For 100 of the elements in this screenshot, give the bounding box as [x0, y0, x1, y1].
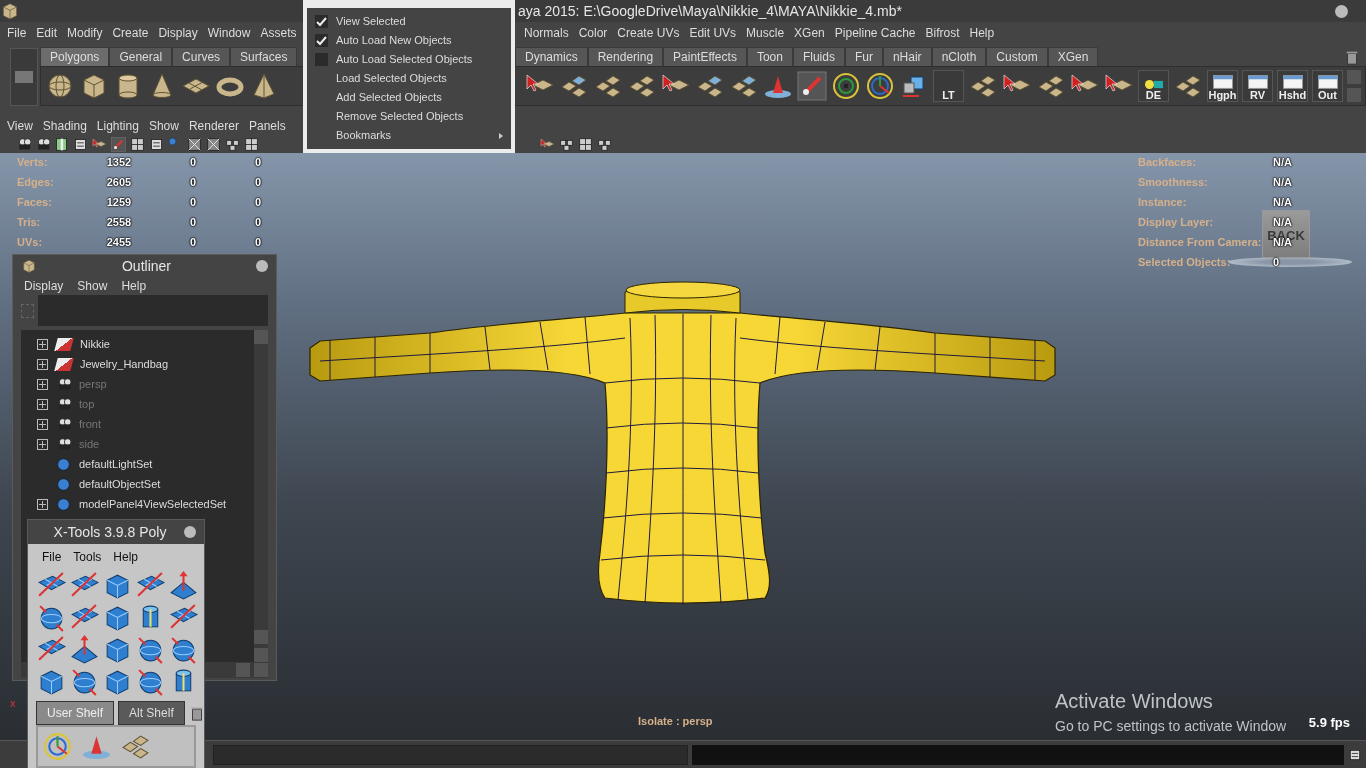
list-icon[interactable] [149, 136, 164, 152]
expand-icon[interactable] [37, 358, 48, 370]
gizmo-icon[interactable] [831, 71, 861, 101]
outliner-item[interactable]: modelPanel4ViewSelectedSet [79, 495, 227, 513]
shelf-button[interactable]: Hgph [1207, 70, 1238, 102]
cube-icon[interactable] [0, 1, 20, 21]
shelf-tab[interactable]: Alt Shelf [118, 701, 185, 725]
shelf-tab[interactable]: Fluids [792, 47, 845, 66]
menu-item[interactable]: Lighting [93, 116, 142, 135]
menu-item[interactable]: Help [966, 24, 998, 42]
menu-item[interactable]: Renderer [185, 116, 242, 135]
expand-icon[interactable] [37, 338, 48, 350]
arrow-icon[interactable] [69, 634, 100, 665]
menu-item[interactable]: Auto Load Selected Objects [307, 50, 511, 69]
camera-icon[interactable] [16, 136, 31, 152]
outliner-item[interactable]: defaultObjectSet [79, 475, 161, 493]
wireframe-icon[interactable] [187, 136, 202, 152]
shelf-tab[interactable]: Surfaces [230, 47, 298, 66]
shelf-tab[interactable]: Dynamics [515, 47, 588, 66]
expand-icon[interactable] [37, 438, 48, 450]
checkbox[interactable] [315, 53, 328, 66]
menu-item[interactable]: File [4, 24, 30, 42]
menu-item[interactable]: Shading [39, 116, 90, 135]
menu-item[interactable]: Help [118, 277, 150, 295]
menu-item[interactable]: Help [107, 548, 145, 566]
menu-item[interactable]: Display [155, 24, 201, 42]
shelf-tab[interactable]: Fur [844, 47, 883, 66]
menu-item[interactable]: Modify [64, 24, 106, 42]
filter-field[interactable] [38, 295, 268, 326]
menu-item[interactable]: View Selected [307, 12, 511, 31]
menu-item[interactable]: Display [21, 277, 67, 295]
shelf-tab[interactable]: Curves [172, 47, 231, 66]
menu-item[interactable]: File [36, 548, 68, 566]
outliner-item[interactable]: Jewelry_Handbag [80, 355, 169, 373]
menu-item[interactable]: Auto Load New Objects [307, 31, 511, 50]
grid-icon[interactable] [130, 136, 145, 152]
shelf-tab[interactable]: nCloth [931, 47, 987, 66]
menu-item[interactable]: Show [145, 116, 182, 135]
menu-item[interactable]: XGen [791, 24, 828, 42]
list-icon[interactable] [73, 136, 88, 152]
sweater-model[interactable] [309, 281, 1056, 606]
shelf-tab[interactable]: Custom [986, 47, 1048, 66]
menu-item[interactable]: Edit [33, 24, 61, 42]
close-button[interactable] [1335, 4, 1348, 18]
outliner-item[interactable]: defaultLightSet [79, 455, 153, 473]
menu-item[interactable]: Add Selected Objects [307, 88, 511, 107]
expand-icon[interactable] [37, 498, 48, 510]
menu-item[interactable]: Normals [521, 24, 572, 42]
shelf-tab[interactable]: XGen [1047, 47, 1099, 66]
menu-item[interactable]: Bifrost [922, 24, 963, 42]
shelf-tab[interactable]: General [109, 47, 173, 66]
shelf-button[interactable]: Out [1312, 70, 1343, 102]
menu-item[interactable]: Create UVs [614, 24, 683, 42]
menu-item[interactable]: Load Selected Objects [307, 69, 511, 88]
shelf-button[interactable]: Hshd [1277, 70, 1308, 102]
shelf-tab[interactable]: nHair [882, 47, 932, 66]
close-button[interactable] [184, 526, 196, 538]
shelf-tab[interactable]: Polygons [40, 47, 110, 66]
shelf-button[interactable]: DE [1138, 70, 1169, 102]
menu-item[interactable]: Pipeline Cache [831, 24, 919, 42]
rotate-icon[interactable] [42, 731, 73, 762]
brush-icon[interactable] [797, 71, 827, 101]
command-field[interactable] [213, 744, 688, 765]
menu-item[interactable]: Create [109, 24, 152, 42]
menu-item[interactable]: Show [74, 277, 111, 295]
menu-item[interactable]: Assets [257, 24, 300, 42]
menu-item[interactable]: Window [204, 24, 254, 42]
checkbox[interactable] [315, 34, 328, 47]
shelf-options-button[interactable] [10, 48, 38, 106]
expand-icon[interactable] [37, 398, 48, 410]
shelf-tab[interactable]: Toon [746, 47, 793, 66]
outliner-item[interactable]: Nikkie [80, 335, 110, 353]
grid-icon[interactable] [578, 136, 593, 152]
menu-item[interactable]: Bookmarks [307, 126, 511, 145]
list-icon[interactable] [1348, 747, 1362, 762]
grid-icon[interactable] [244, 136, 259, 152]
brush-icon[interactable] [111, 136, 126, 152]
menu-item[interactable]: Muscle [743, 24, 788, 42]
checkbox[interactable] [315, 15, 328, 28]
menu-item[interactable]: Tools [67, 548, 108, 566]
menu-item[interactable]: View [4, 116, 36, 135]
expand-icon[interactable] [37, 378, 48, 390]
shelf-button[interactable]: RV [1242, 70, 1273, 102]
arrow-icon[interactable] [168, 570, 199, 601]
sphere-icon[interactable] [45, 71, 75, 101]
shelf-tab[interactable]: Rendering [587, 47, 664, 66]
bookmark-icon[interactable] [54, 136, 69, 152]
menu-item[interactable]: Edit UVs [686, 24, 740, 42]
command-result-field[interactable] [692, 744, 1344, 765]
shelf-tab[interactable]: PaintEffects [663, 47, 747, 66]
camera-icon[interactable] [35, 136, 50, 152]
shelf-button[interactable]: LT [933, 70, 964, 102]
rotate-icon[interactable] [865, 71, 895, 101]
wireframe-icon[interactable] [206, 136, 221, 152]
isolate-select-menu[interactable]: View Selected Auto Load New Objects Auto Load Selected Objects Load Selected Objects Add Selected Objects Remove Selected Objects Bookmarks [303, 0, 515, 153]
menu-item[interactable]: Color [575, 24, 611, 42]
close-button[interactable] [256, 260, 268, 272]
menu-item[interactable]: Panels [245, 116, 289, 135]
menu-item[interactable]: Remove Selected Objects [307, 107, 511, 126]
expand-icon[interactable] [37, 418, 48, 430]
